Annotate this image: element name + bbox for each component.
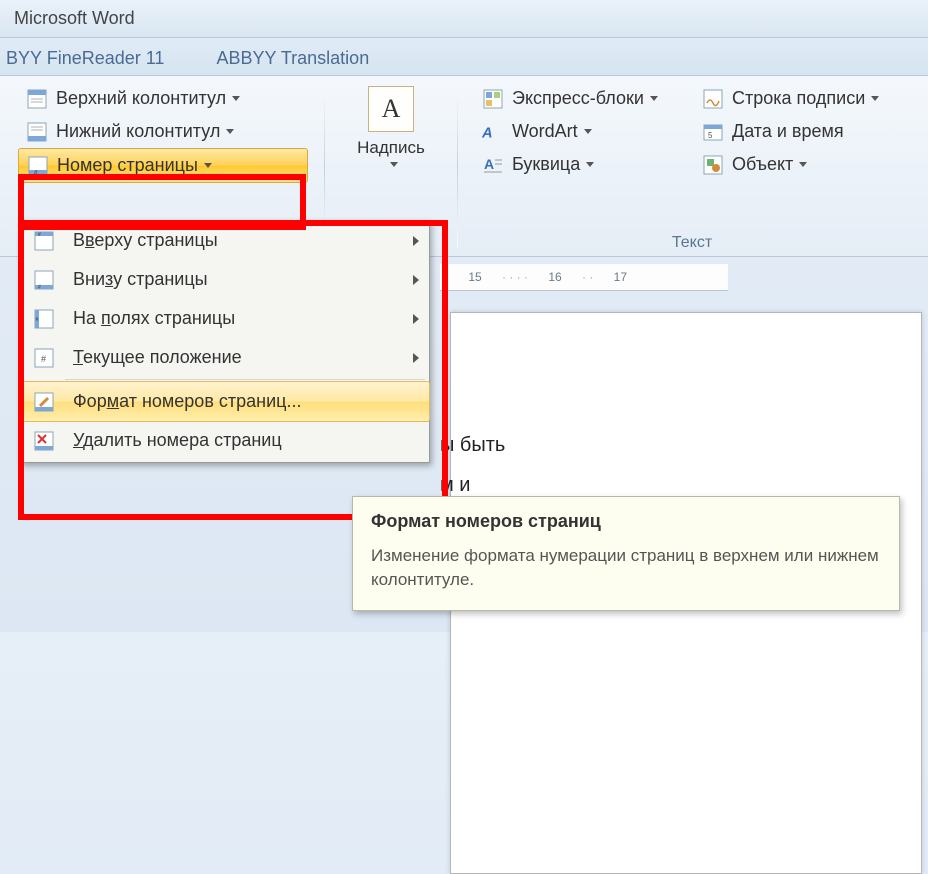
ribbon-separator bbox=[457, 86, 458, 248]
header-bottom-button[interactable]: Нижний колонтитул bbox=[18, 115, 308, 148]
dropdown-arrow-icon bbox=[871, 96, 879, 101]
tab-abbyy-translation[interactable]: ABBYY Translation bbox=[216, 48, 369, 68]
wordart-label: WordArt bbox=[512, 121, 578, 142]
svg-text:#: # bbox=[38, 284, 41, 290]
submenu-arrow-icon bbox=[413, 236, 419, 246]
submenu-arrow-icon bbox=[413, 353, 419, 363]
object-label: Объект bbox=[732, 154, 793, 175]
signature-label: Строка подписи bbox=[732, 88, 865, 109]
textbox-button[interactable]: A Надпись bbox=[349, 82, 433, 171]
body-text-fragment: ы быть bbox=[440, 434, 505, 457]
menu-page-margins[interactable]: # На полях страницы bbox=[21, 299, 429, 338]
current-position-icon: # bbox=[33, 348, 55, 368]
dropdown-arrow-icon bbox=[586, 162, 594, 167]
quick-parts-button[interactable]: Экспресс-блоки bbox=[474, 82, 694, 115]
menu-current-position[interactable]: # Текущее положение bbox=[21, 338, 429, 377]
page-number-icon: # bbox=[27, 156, 49, 176]
horizontal-ruler[interactable]: 15 · · · · 16 · · 17 bbox=[440, 264, 728, 291]
menu-separator bbox=[65, 379, 425, 380]
menu-format-page-numbers[interactable]: Формат номеров страниц... bbox=[20, 381, 430, 422]
quick-parts-label: Экспресс-блоки bbox=[512, 88, 644, 109]
submenu-arrow-icon bbox=[413, 275, 419, 285]
dropcap-button[interactable]: A Буквица bbox=[474, 148, 694, 181]
menu-label: Формат номеров страниц... bbox=[73, 391, 301, 412]
tooltip-title: Формат номеров страниц bbox=[371, 511, 881, 532]
remove-icon bbox=[33, 431, 55, 451]
menu-top-of-page[interactable]: # Вверху страницы bbox=[21, 221, 429, 260]
page-number-button[interactable]: # Номер страницы bbox=[18, 148, 308, 183]
wordart-icon: A bbox=[482, 122, 504, 142]
format-icon bbox=[33, 392, 55, 412]
quick-parts-icon bbox=[482, 89, 504, 109]
header-bottom-label: Нижний колонтитул bbox=[56, 121, 220, 142]
svg-text:#: # bbox=[41, 354, 46, 364]
signature-line-button[interactable]: Строка подписи bbox=[694, 82, 887, 115]
dropcap-label: Буквица bbox=[512, 154, 580, 175]
tab-finereader[interactable]: BYY FineReader 11 bbox=[6, 48, 164, 68]
window-title-bar: Microsoft Word bbox=[0, 0, 928, 38]
dropdown-arrow-icon bbox=[232, 96, 240, 101]
textbox-label: Надпись bbox=[357, 138, 425, 158]
datetime-button[interactable]: 5 Дата и время bbox=[694, 115, 887, 148]
ruler-mark: 15 bbox=[448, 270, 502, 284]
textbox-icon: A bbox=[368, 86, 414, 132]
window-title: Microsoft Word bbox=[14, 8, 135, 28]
page-bottom-icon: # bbox=[33, 270, 55, 290]
signature-icon bbox=[702, 89, 724, 109]
text-fragment: м и bbox=[440, 474, 470, 496]
header-top-label: Верхний колонтитул bbox=[56, 88, 226, 109]
body-text-fragment: м и bbox=[440, 474, 470, 497]
tooltip-body: Изменение формата нумерации страниц в ве… bbox=[371, 544, 881, 592]
dropdown-arrow-icon bbox=[799, 162, 807, 167]
svg-text:#: # bbox=[38, 232, 41, 238]
header-top-button[interactable]: Верхний колонтитул bbox=[18, 82, 308, 115]
ribbon-group-label-text: Текст bbox=[474, 230, 910, 252]
datetime-icon: 5 bbox=[702, 122, 724, 142]
object-icon bbox=[702, 155, 724, 175]
ruler-mark: 17 bbox=[593, 270, 647, 284]
page-top-icon: # bbox=[33, 231, 55, 251]
header-icon bbox=[26, 89, 48, 109]
menu-label: Текущее положение bbox=[73, 347, 242, 368]
object-button[interactable]: Объект bbox=[694, 148, 887, 181]
text-fragment: ы быть bbox=[440, 434, 505, 456]
menu-label: На полях страницы bbox=[73, 308, 235, 329]
dropdown-arrow-icon bbox=[226, 129, 234, 134]
svg-text:A: A bbox=[482, 125, 493, 141]
dropcap-icon: A bbox=[482, 155, 504, 175]
dropdown-arrow-icon bbox=[390, 162, 398, 167]
dropdown-arrow-icon bbox=[650, 96, 658, 101]
addin-tab-row: BYY FineReader 11 ABBYY Translation bbox=[0, 38, 928, 76]
wordart-button[interactable]: A WordArt bbox=[474, 115, 694, 148]
page-number-dropdown: # Вверху страницы # Внизу страницы # На … bbox=[20, 220, 430, 463]
footer-icon bbox=[26, 122, 48, 142]
menu-label: Удалить номера страниц bbox=[73, 430, 282, 451]
menu-bottom-of-page[interactable]: # Внизу страницы bbox=[21, 260, 429, 299]
menu-label: Вверху страницы bbox=[73, 230, 218, 251]
dropdown-arrow-icon bbox=[584, 129, 592, 134]
submenu-arrow-icon bbox=[413, 314, 419, 324]
menu-remove-page-numbers[interactable]: Удалить номера страниц bbox=[21, 421, 429, 460]
datetime-label: Дата и время bbox=[732, 121, 844, 142]
svg-text:#: # bbox=[36, 317, 39, 323]
menu-label: Внизу страницы bbox=[73, 269, 208, 290]
svg-text:5: 5 bbox=[708, 131, 713, 140]
tooltip-format-page-numbers: Формат номеров страниц Изменение формата… bbox=[352, 496, 900, 611]
ribbon-group-text: Экспресс-блоки A WordArt A Буквица bbox=[464, 82, 920, 252]
svg-text:A: A bbox=[484, 156, 494, 172]
ruler-mark: 16 bbox=[528, 270, 582, 284]
dropdown-arrow-icon bbox=[204, 163, 212, 168]
page-number-label: Номер страницы bbox=[57, 155, 198, 176]
page-margins-icon: # bbox=[33, 309, 55, 329]
